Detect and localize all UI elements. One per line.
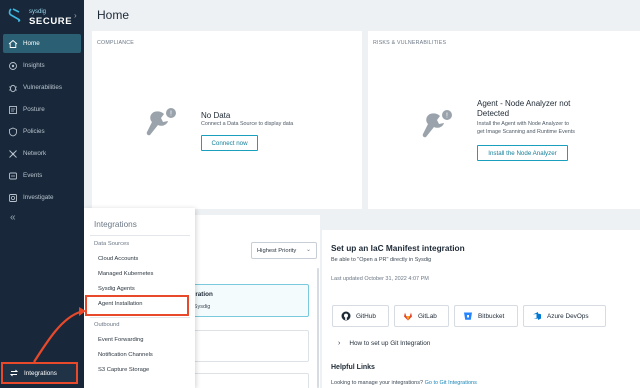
iac-subtitle: Be able to "Open a PR" directly in Sysdi… [331,257,432,263]
scrollbar[interactable] [317,268,319,388]
priority-select[interactable]: Highest Priority ⌄ [251,242,317,259]
sidebar-item-events[interactable]: Events [3,166,81,185]
sidebar-item-insights[interactable]: Insights [3,56,81,75]
vulnerabilities-icon [9,84,17,92]
flyout-section-outbound: Outbound [94,322,120,328]
iac-last-updated: Last updated October 31, 2022 4:07 PM [331,276,429,282]
sidebar-item-label: Insights [23,62,45,69]
git-integration-howto[interactable]: › How to set up Git Integration [338,340,430,347]
divider [90,317,190,318]
svg-text:!: ! [170,111,172,118]
sysdig-logo-icon [8,8,21,22]
empty-state-text: Connect a Data Source to display data [201,121,294,127]
chevron-right-icon: › [338,340,341,347]
manage-text: Looking to manage your integrations? [331,380,424,386]
sidebar-item-vulnerabilities[interactable]: Vulnerabilities [3,78,81,97]
logo-product: SECURE [29,16,73,27]
task-card[interactable] [180,373,309,388]
empty-state-heading: No Data [201,111,231,120]
sidebar-item-policies[interactable]: Policies [3,122,81,141]
bitbucket-button[interactable]: Bitbucket [454,305,518,327]
iac-title: Set up an IaC Manifest integration [331,243,465,253]
agent-installation-highlight [85,295,189,316]
sidebar-item-home[interactable]: Home [3,34,81,53]
panel-title: RISKS & VULNERABILITIES [373,40,447,46]
collapse-sidebar-icon[interactable]: « [10,212,16,223]
sidebar-item-label: Network [23,150,47,157]
sidebar-item-posture[interactable]: Posture [3,100,81,119]
page-title: Home [97,8,130,22]
flyout-section-data-sources: Data Sources [94,241,130,247]
menu-item-sysdig-agents[interactable]: Sysdig Agents [98,286,135,292]
svg-text:!: ! [446,113,448,120]
empty-state-text-line1: Install the Agent with Node Analyzer to [477,121,569,127]
chevron-right-icon[interactable]: › [74,11,80,20]
empty-state-heading-line1: Agent - Node Analyzer not [477,99,571,108]
azure-devops-icon [533,312,541,320]
task-card[interactable] [180,330,309,362]
empty-state-text-line2: get Image Scanning and Runtime Events [477,129,575,135]
gitlab-icon [404,312,412,321]
sidebar-item-integrations[interactable]: Integrations [1,362,78,384]
menu-item-cloud-accounts[interactable]: Cloud Accounts [98,256,138,262]
empty-state-heading-line2: Detected [477,109,510,118]
github-button[interactable]: GitHub [332,305,389,327]
bitbucket-icon [464,312,472,320]
provider-label: GitLab [418,312,437,320]
helpful-links-heading: Helpful Links [331,364,375,371]
flyout-title: Integrations [94,220,137,229]
install-node-analyzer-button[interactable]: Install the Node Analyzer [477,145,568,161]
sidebar-item-label: Investigate [23,194,54,201]
sidebar-item-label: Posture [23,106,45,113]
sidebar-item-label: Policies [23,128,45,135]
connect-now-button[interactable]: Connect now [201,135,258,151]
menu-item-notification-channels[interactable]: Notification Channels [98,352,153,358]
logo-brand: sysdig [29,9,47,15]
chevron-down-icon: ⌄ [305,247,311,253]
menu-item-event-forwarding[interactable]: Event Forwarding [98,337,143,343]
priority-select-value: Highest Priority [257,247,297,254]
sidebar: sysdig SECURE › Home Insights Vulnerabil… [0,0,84,388]
sidebar-item-label: Integrations [24,369,57,377]
events-icon [9,172,17,179]
posture-icon [9,105,17,114]
manage-integrations-text: Looking to manage your integrations? Go … [331,380,477,386]
sidebar-item-label: Home [23,40,40,47]
provider-label: GitHub [356,312,376,320]
insights-icon [9,61,17,70]
provider-label: Azure DevOps [547,312,589,320]
sidebar-item-investigate[interactable]: Investigate [3,188,81,207]
investigate-icon [9,193,17,202]
menu-item-s3-capture-storage[interactable]: S3 Capture Storage [98,367,149,373]
home-icon [8,39,18,48]
azure-devops-button[interactable]: Azure DevOps [523,305,606,327]
sidebar-item-label: Events [23,172,43,179]
shield-icon [9,127,17,136]
task-card-selected[interactable] [180,284,309,317]
sidebar-item-network[interactable]: Network [3,144,81,163]
wrench-icon: ! [422,110,452,138]
provider-label: Bitbucket [478,312,505,320]
howto-label: How to set up Git Integration [349,340,431,347]
menu-item-managed-kubernetes[interactable]: Managed Kubernetes [98,271,153,277]
risks-panel: RISKS & VULNERABILITIES [368,31,640,209]
github-icon [341,311,351,321]
gitlab-button[interactable]: GitLab [394,305,449,327]
divider [90,235,190,236]
integrations-icon [9,369,19,377]
panel-title: COMPLIANCE [97,40,135,46]
sidebar-item-label: Vulnerabilities [23,84,62,91]
sysdig-logo[interactable]: sysdig SECURE [6,6,78,28]
network-icon [9,149,17,158]
go-to-git-integrations-link[interactable]: Go to Git Integrations [425,380,477,386]
wrench-icon: ! [146,108,176,136]
